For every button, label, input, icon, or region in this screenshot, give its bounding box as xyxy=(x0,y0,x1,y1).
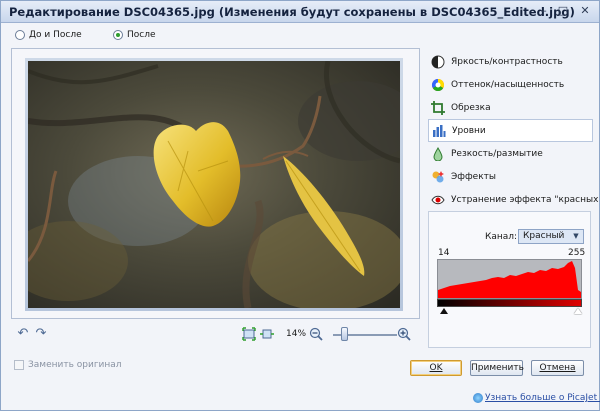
menu-item-brightness-contrast[interactable]: Яркость/контрастность xyxy=(428,50,593,73)
edit-dialog: Редактирование DSC04365.jpg (Изменения б… xyxy=(0,0,600,411)
menu-label: Резкость/размытие xyxy=(451,148,543,159)
levels-max-value: 255 xyxy=(568,248,586,258)
levels-icon xyxy=(432,124,446,138)
black-point-handle[interactable] xyxy=(440,308,448,314)
radio-label-before-after: До и После xyxy=(29,30,82,40)
close-button[interactable]: ✕ xyxy=(577,4,593,19)
effects-icon xyxy=(431,170,445,184)
ok-button-label: OK xyxy=(429,363,443,373)
zoom-out-icon[interactable] xyxy=(309,327,323,341)
chevron-down-icon[interactable]: ▼ xyxy=(569,230,583,243)
apply-button-label: Применить xyxy=(471,363,524,373)
maximize-button[interactable]: □ xyxy=(555,4,571,19)
radio-label-after: После xyxy=(127,30,156,40)
photo-toolbar: ↶ ↷ 14% xyxy=(11,323,420,347)
photo-panel xyxy=(11,48,420,319)
crop-icon xyxy=(431,100,445,115)
menu-item-levels[interactable]: Уровни xyxy=(428,119,593,142)
levels-min-value: 14 xyxy=(438,248,450,258)
cancel-button[interactable]: Отмена xyxy=(531,360,584,376)
menu-label: Эффекты xyxy=(451,171,496,182)
radio-before-after[interactable]: До и После xyxy=(15,30,82,40)
menu-item-red-eye[interactable]: Устранение эффекта "красных глаз" xyxy=(428,188,600,211)
radio-dot-before-after[interactable] xyxy=(15,30,25,40)
picajet-logo-icon xyxy=(473,393,483,403)
zoom-in-icon[interactable] xyxy=(397,327,411,341)
histogram-plot xyxy=(438,261,581,298)
levels-panel: Канал: Красный ▼ 14 255 xyxy=(428,211,591,348)
replace-original-label: Заменить оригинал xyxy=(28,360,122,370)
brightness-contrast-icon xyxy=(431,55,445,69)
menu-label: Оттенок/насыщенность xyxy=(451,79,565,90)
apply-button[interactable]: Применить xyxy=(470,360,524,376)
menu-label: Обрезка xyxy=(451,102,491,113)
photo-preview[interactable] xyxy=(28,61,400,308)
redo-icon[interactable]: ↷ xyxy=(34,327,48,341)
white-point-handle[interactable] xyxy=(574,308,582,314)
photo-frame xyxy=(25,58,403,311)
channel-select-value: Красный xyxy=(523,231,565,241)
red-eye-icon xyxy=(431,193,445,207)
window-title: Редактирование DSC04365.jpg (Изменения б… xyxy=(9,5,575,19)
zoom-slider-thumb[interactable] xyxy=(341,327,348,341)
menu-item-crop[interactable]: Обрезка xyxy=(428,96,593,119)
minimize-button[interactable]: – xyxy=(536,4,552,19)
replace-original-checkbox[interactable]: Заменить оригинал xyxy=(14,360,122,370)
histogram xyxy=(437,259,582,299)
menu-label: Уровни xyxy=(452,125,486,136)
replace-original-box[interactable] xyxy=(14,360,24,370)
radio-dot-after[interactable] xyxy=(113,30,123,40)
ok-button[interactable]: OK xyxy=(410,360,462,376)
menu-label: Устранение эффекта "красных глаз" xyxy=(451,194,600,205)
channel-label: Канал: xyxy=(485,232,518,242)
menu-item-hue-saturation[interactable]: Оттенок/насыщенность xyxy=(428,73,593,96)
adjustments-menu: Яркость/контрастность Оттенок/насыщеннос… xyxy=(428,50,600,211)
cancel-button-label: Отмена xyxy=(539,363,576,373)
zoom-value: 14% xyxy=(286,329,307,339)
fit-to-window-icon[interactable] xyxy=(242,327,256,341)
title-bar: Редактирование DSC04365.jpg (Изменения б… xyxy=(1,1,599,23)
channel-select[interactable]: Красный ▼ xyxy=(518,229,584,244)
menu-label: Яркость/контрастность xyxy=(451,56,563,67)
actual-size-icon[interactable] xyxy=(260,327,274,341)
sharpen-blur-icon xyxy=(431,146,445,161)
menu-item-effects[interactable]: Эффекты xyxy=(428,165,593,188)
levels-gradient-bar xyxy=(437,299,582,307)
menu-item-sharpen-blur[interactable]: Резкость/размытие xyxy=(428,142,593,165)
radio-after[interactable]: После xyxy=(113,30,156,40)
hue-saturation-icon xyxy=(431,78,445,92)
undo-icon[interactable]: ↶ xyxy=(16,327,30,341)
learn-more-link[interactable]: Узнать больше о PicaJet FX xyxy=(485,393,600,403)
